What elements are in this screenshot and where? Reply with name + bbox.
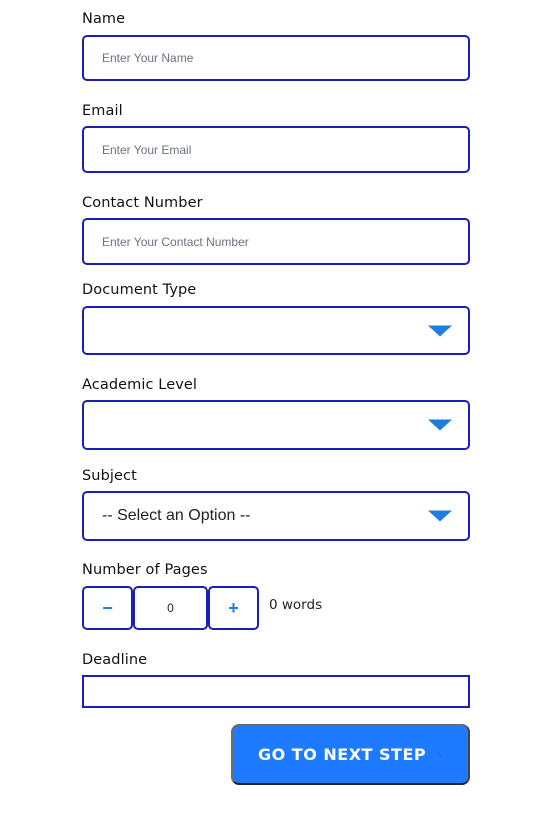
- email-field-wrapper: [82, 126, 470, 173]
- contact-input[interactable]: [84, 220, 468, 263]
- subject-select[interactable]: -- Select an Option --: [82, 491, 470, 541]
- name-field-wrapper: [82, 35, 470, 81]
- subject-label: Subject: [82, 468, 137, 484]
- email-input[interactable]: [84, 128, 468, 171]
- academic-level-select[interactable]: [82, 400, 470, 450]
- caret-down-icon: [428, 419, 452, 431]
- academic-level-label: Academic Level: [82, 377, 198, 393]
- chevron-right-icon: ›: [436, 745, 444, 764]
- contact-field-wrapper: [82, 218, 470, 265]
- caret-down-icon: [428, 510, 452, 522]
- next-step-label: GO TO NEXT STEP: [257, 745, 427, 764]
- deadline-label: Deadline: [82, 652, 148, 668]
- decrement-pages-button[interactable]: −: [82, 586, 133, 630]
- subject-value: -- Select an Option --: [102, 507, 251, 524]
- minus-icon: −: [102, 597, 113, 618]
- word-count: 0 words: [269, 597, 323, 613]
- deadline-input[interactable]: [84, 677, 468, 706]
- email-label: Email: [82, 103, 123, 119]
- increment-pages-button[interactable]: +: [208, 586, 259, 630]
- plus-icon: +: [228, 597, 239, 618]
- caret-down-icon: [428, 325, 452, 336]
- pages-value[interactable]: 0: [133, 586, 208, 630]
- document-type-select[interactable]: [82, 306, 470, 355]
- next-step-button[interactable]: GO TO NEXT STEP ›: [231, 724, 470, 785]
- deadline-field-wrapper: [82, 675, 470, 708]
- name-label: Name: [82, 11, 126, 27]
- pages-label: Number of Pages: [82, 562, 208, 578]
- contact-label: Contact Number: [82, 195, 203, 211]
- document-type-label: Document Type: [82, 282, 197, 298]
- name-input[interactable]: [84, 37, 468, 79]
